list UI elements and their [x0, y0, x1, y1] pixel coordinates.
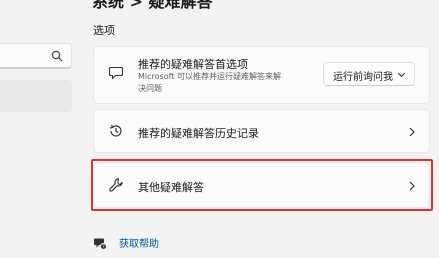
chat-bubble-icon [108, 66, 124, 80]
sidebar-item-selected[interactable] [0, 80, 72, 112]
card-other-troubleshooters[interactable]: 其他疑难解答 [93, 162, 430, 208]
dropdown-value: 运行前询问我 [333, 72, 393, 83]
card-title: 推荐的疑难解答历史记录 [138, 127, 259, 140]
card-description: Microsoft 可以推荐并运行疑难解答来解决问题 [138, 72, 281, 93]
history-icon [109, 124, 122, 137]
page-title: 系统 > 疑难解答 [92, 0, 213, 11]
chevron-down-icon [397, 72, 406, 78]
wrench-icon [109, 178, 123, 192]
search-icon [51, 50, 63, 62]
sidebar [0, 0, 74, 258]
chevron-right-icon [409, 127, 415, 137]
chevron-right-icon [409, 181, 415, 191]
settings-window: 系统 > 疑难解答 选项 推荐的疑难解答首选项 Microsoft 可以推荐并运… [0, 0, 439, 258]
help-icon: ? [94, 238, 107, 250]
card-title: 其他疑难解答 [138, 181, 204, 194]
preference-dropdown[interactable]: 运行前询问我 [323, 62, 415, 86]
card-title: 推荐的疑难解答首选项 [138, 58, 248, 71]
get-help-label: 获取帮助 [119, 239, 159, 250]
section-label: 选项 [93, 24, 115, 37]
search-input[interactable] [0, 43, 72, 69]
card-troubleshoot-history[interactable]: 推荐的疑难解答历史记录 [93, 109, 430, 153]
card-recommended-preferences: 推荐的疑难解答首选项 Microsoft 可以推荐并运行疑难解答来解决问题 运行… [93, 46, 430, 104]
